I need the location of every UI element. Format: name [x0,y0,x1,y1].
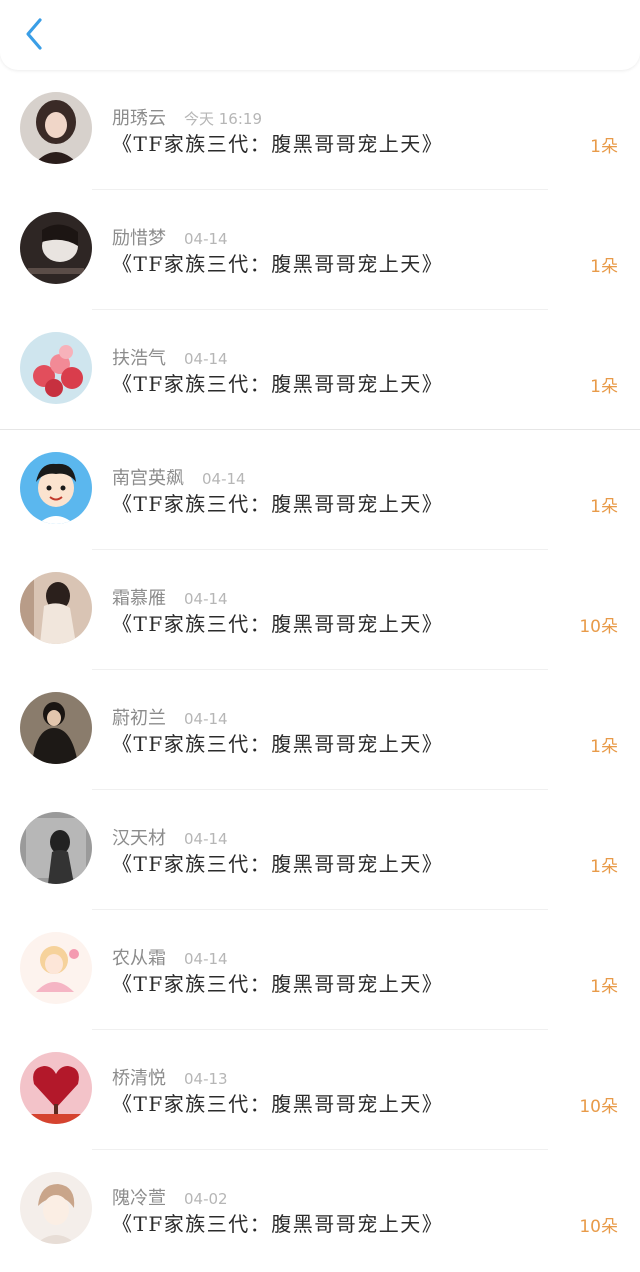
list-item[interactable]: 南宫英飙 04-14 《TF家族三代：腹黑哥哥宠上天》 1朵 [0,430,640,550]
book-title: 《TF家族三代：腹黑哥哥宠上天》 [112,732,444,756]
avatar[interactable] [20,452,92,524]
gift-record-list: 朋琇云 今天 16:19 《TF家族三代：腹黑哥哥宠上天》 1朵 励惜梦 04-… [0,70,640,1272]
book-title: 《TF家族三代：腹黑哥哥宠上天》 [112,252,444,276]
timestamp: 04-14 [184,710,228,728]
avatar[interactable] [20,812,92,884]
top-bar [0,0,640,70]
avatar[interactable] [20,692,92,764]
user-name: 扶浩气 [112,348,166,369]
avatar[interactable] [20,572,92,644]
user-name: 农从霜 [112,948,166,969]
gift-count: 1朵 [590,497,618,517]
gift-count: 10朵 [579,617,618,637]
list-item[interactable]: 霜慕雁 04-14 《TF家族三代：腹黑哥哥宠上天》 10朵 [0,550,640,670]
chevron-left-icon [26,18,42,50]
book-title: 《TF家族三代：腹黑哥哥宠上天》 [112,1092,444,1116]
avatar[interactable] [20,212,92,284]
list-item[interactable]: 汉天材 04-14 《TF家族三代：腹黑哥哥宠上天》 1朵 [0,790,640,910]
list-item[interactable]: 蔚初兰 04-14 《TF家族三代：腹黑哥哥宠上天》 1朵 [0,670,640,790]
avatar[interactable] [20,1052,92,1124]
gift-count: 1朵 [590,737,618,757]
timestamp: 04-14 [184,590,228,608]
book-title: 《TF家族三代：腹黑哥哥宠上天》 [112,1212,444,1236]
gift-count: 1朵 [590,857,618,877]
avatar[interactable] [20,932,92,1004]
timestamp: 04-13 [184,1070,228,1088]
book-title: 《TF家族三代：腹黑哥哥宠上天》 [112,972,444,996]
timestamp: 04-14 [184,830,228,848]
list-item[interactable]: 农从霜 04-14 《TF家族三代：腹黑哥哥宠上天》 1朵 [0,910,640,1030]
book-title: 《TF家族三代：腹黑哥哥宠上天》 [112,372,444,396]
list-item[interactable]: 朋琇云 今天 16:19 《TF家族三代：腹黑哥哥宠上天》 1朵 [0,70,640,190]
gift-count: 10朵 [579,1217,618,1237]
back-button[interactable] [16,14,52,54]
user-name: 霜慕雁 [112,588,166,609]
user-name: 隗冷萱 [112,1188,166,1209]
list-item[interactable]: 隗冷萱 04-02 《TF家族三代：腹黑哥哥宠上天》 10朵 [0,1150,640,1270]
book-title: 《TF家族三代：腹黑哥哥宠上天》 [112,852,444,876]
timestamp: 04-14 [184,350,228,368]
timestamp: 今天 16:19 [184,110,262,128]
book-title: 《TF家族三代：腹黑哥哥宠上天》 [112,492,444,516]
gift-count: 1朵 [590,137,618,157]
list-item[interactable]: 励惜梦 04-14 《TF家族三代：腹黑哥哥宠上天》 1朵 [0,190,640,310]
gift-count: 1朵 [590,257,618,277]
user-name: 南宫英飙 [112,468,184,489]
gift-count: 1朵 [590,977,618,997]
user-name: 蔚初兰 [112,708,166,729]
gift-count: 1朵 [590,377,618,397]
avatar[interactable] [20,92,92,164]
list-item[interactable]: 桥清悦 04-13 《TF家族三代：腹黑哥哥宠上天》 10朵 [0,1030,640,1150]
book-title: 《TF家族三代：腹黑哥哥宠上天》 [112,612,444,636]
avatar[interactable] [20,1172,92,1244]
book-title: 《TF家族三代：腹黑哥哥宠上天》 [112,132,444,156]
user-name: 桥清悦 [112,1068,166,1089]
timestamp: 04-14 [184,950,228,968]
user-name: 励惜梦 [112,228,166,249]
timestamp: 04-14 [184,230,228,248]
user-name: 朋琇云 [112,108,166,129]
user-name: 汉天材 [112,828,166,849]
gift-count: 10朵 [579,1097,618,1117]
avatar[interactable] [20,332,92,404]
timestamp: 04-02 [184,1190,228,1208]
timestamp: 04-14 [202,470,246,488]
list-item[interactable]: 扶浩气 04-14 《TF家族三代：腹黑哥哥宠上天》 1朵 [0,310,640,430]
